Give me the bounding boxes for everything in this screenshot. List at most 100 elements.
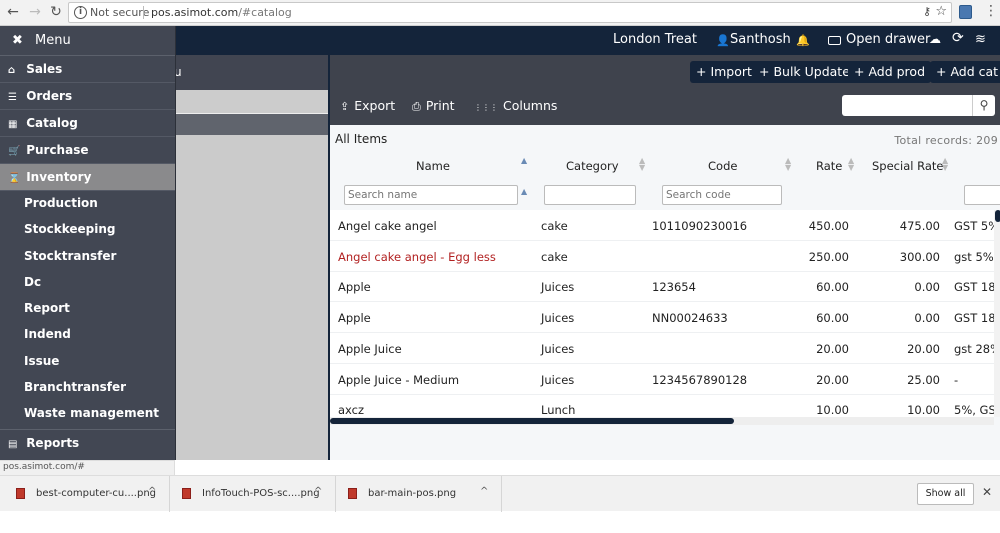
reload-icon[interactable]: ↻	[47, 3, 65, 21]
submenu-stocktransfer[interactable]: Stocktransfer	[0, 244, 175, 270]
sort-asc-icon[interactable]: ▲	[521, 188, 527, 196]
drawer-icon	[828, 36, 841, 45]
search-icon[interactable]: ⚲	[972, 95, 995, 116]
cell-rate: 20.00	[816, 372, 849, 387]
add-category-button[interactable]: + Add cat	[930, 61, 1000, 83]
cloud-icon[interactable]: ☁	[929, 32, 941, 46]
chevron-up-icon[interactable]: ^	[314, 486, 322, 497]
column-header-category[interactable]: Category	[566, 159, 619, 173]
background-panel: u	[174, 55, 328, 460]
store-name[interactable]: London Treat	[613, 32, 697, 47]
cell-special-rate: 0.00	[914, 311, 940, 326]
submenu-issue[interactable]: Issue	[0, 349, 175, 375]
table-row[interactable]: Angel cake angel cake 1011090230016 450.00 4…	[330, 210, 994, 241]
document-icon: ▤	[8, 438, 18, 450]
vertical-scrollbar[interactable]	[994, 210, 1000, 417]
menu-item-inventory[interactable]: ⌛ Inventory	[0, 164, 175, 191]
bulk-update-button[interactable]: + Bulk Update	[753, 61, 856, 83]
show-all-button[interactable]: Show all	[917, 483, 974, 505]
column-header-name[interactable]: Name	[416, 159, 450, 173]
download-item[interactable]: best-computer-cu....png ^	[0, 476, 170, 512]
add-product-button[interactable]: + Add prod	[848, 61, 932, 83]
category-filter-input[interactable]	[544, 185, 636, 205]
background-row	[175, 90, 328, 114]
key-icon[interactable]: ⚷	[923, 5, 931, 18]
download-item[interactable]: bar-main-pos.png ^	[336, 476, 502, 512]
menu-item-catalog[interactable]: ▦ Catalog	[0, 110, 175, 137]
export-icon: ⇪	[340, 100, 350, 113]
menu-item-label: Reports	[26, 435, 80, 450]
table-row[interactable]: Apple Juice Juices 20.00 20.00 gst 28%	[330, 333, 994, 364]
submenu-stockkeeping[interactable]: Stockkeeping	[0, 217, 175, 243]
total-records: Total records: 209	[894, 134, 998, 147]
menu-item-orders[interactable]: ☰ Orders	[0, 83, 175, 110]
submenu-waste-management[interactable]: Waste management	[0, 401, 175, 427]
horizontal-scrollbar[interactable]	[330, 417, 994, 425]
url-host: pos.asimot.com	[151, 6, 239, 19]
sort-icon[interactable]: ▲ ▼	[785, 157, 791, 172]
sort-icon[interactable]: ▲ ▼	[942, 157, 948, 172]
menu-item-reports[interactable]: ▤ Reports	[0, 428, 175, 456]
cell-name: Angel cake angel - Egg less	[338, 249, 496, 264]
table-row[interactable]: Apple Juice - Medium Juices 1234567890128 2…	[330, 364, 994, 395]
cell-special-rate: 475.00	[899, 219, 940, 233]
cell-special-rate: 10.00	[907, 403, 940, 417]
scroll-thumb[interactable]	[330, 418, 734, 424]
tax-filter-input[interactable]	[964, 185, 1000, 205]
sync-icon[interactable]: ⟳	[952, 30, 964, 46]
table-row[interactable]: Angel cake angel - Egg less cake 250.00 300…	[330, 241, 994, 272]
download-filename: best-computer-cu....png	[36, 488, 157, 499]
cell-rate: 20.00	[816, 341, 849, 356]
import-button[interactable]: + Import	[690, 61, 758, 83]
cell-tax: GST 5%	[954, 219, 994, 233]
menu-item-label: Purchase	[26, 143, 89, 157]
print-button[interactable]: ⎙ Print	[412, 98, 455, 114]
forward-icon[interactable]: →	[26, 3, 44, 21]
user-name[interactable]: Santhosh	[730, 32, 791, 47]
back-icon[interactable]: ←	[4, 3, 22, 21]
sort-asc-icon[interactable]: ▲	[521, 157, 527, 165]
chevron-up-icon[interactable]: ^	[148, 486, 156, 497]
search-input[interactable]: ⚲	[842, 95, 995, 116]
scroll-thumb[interactable]	[995, 210, 1000, 222]
browser-menu-icon[interactable]: ⋮	[984, 3, 998, 19]
submenu-indend[interactable]: Indend	[0, 322, 175, 348]
menu-header[interactable]: ✖ Menu	[0, 26, 175, 56]
star-icon[interactable]: ☆	[935, 4, 947, 19]
table-row[interactable]: Apple Juices NN00024633 60.00 0.00 GST 18%	[330, 302, 994, 334]
column-header-code[interactable]: Code	[708, 159, 737, 173]
extension-icon[interactable]	[959, 5, 972, 19]
address-bar[interactable]: i Not secure pos.asimot.com/#catalog ⚷ ☆	[68, 2, 952, 23]
cell-category: Juices	[541, 372, 575, 387]
menu-item-purchase[interactable]: 🛒 Purchase	[0, 137, 175, 164]
download-item[interactable]: InfoTouch-POS-sc....png ^	[170, 476, 336, 512]
menu-item-label: Orders	[26, 89, 73, 103]
cell-special-rate: 25.00	[907, 372, 940, 387]
submenu-dc[interactable]: Dc	[0, 270, 175, 296]
close-icon[interactable]: ✕	[982, 485, 992, 499]
sort-icon[interactable]: ▲ ▼	[848, 157, 854, 172]
open-drawer-button[interactable]: Open drawer	[846, 32, 930, 47]
url-text[interactable]: pos.asimot.com/#catalog	[151, 6, 292, 19]
submenu-production[interactable]: Production	[0, 191, 175, 217]
column-header-special-rate[interactable]: Special Rate	[872, 159, 943, 173]
menu-item-sales[interactable]: ⌂ Sales	[0, 56, 175, 83]
info-icon[interactable]: i	[74, 6, 87, 19]
wifi-icon: ≋	[975, 32, 986, 47]
table-row[interactable]: Apple Juices 123654 60.00 0.00 GST 18%	[330, 271, 994, 303]
close-icon[interactable]: ✖	[12, 33, 23, 48]
search-name-input[interactable]	[344, 185, 518, 205]
cell-category: cake	[541, 249, 568, 264]
sort-icon[interactable]: ▲ ▼	[639, 157, 645, 172]
submenu-report[interactable]: Report	[0, 296, 175, 322]
search-code-input[interactable]	[662, 185, 782, 205]
catalog-icon: ▦	[8, 119, 18, 130]
column-header-rate[interactable]: Rate	[816, 159, 842, 173]
cell-category: Juices	[541, 341, 575, 356]
export-button[interactable]: ⇪ Export	[340, 98, 395, 113]
bell-icon[interactable]: 🔔	[796, 34, 810, 47]
columns-button[interactable]: ⋮⋮⋮ Columns	[474, 98, 557, 113]
table-row[interactable]: axcz Lunch 10.00 10.00 5%, GST	[330, 394, 994, 417]
chevron-up-icon[interactable]: ^	[480, 486, 488, 497]
submenu-branchtransfer[interactable]: Branchtransfer	[0, 375, 175, 401]
